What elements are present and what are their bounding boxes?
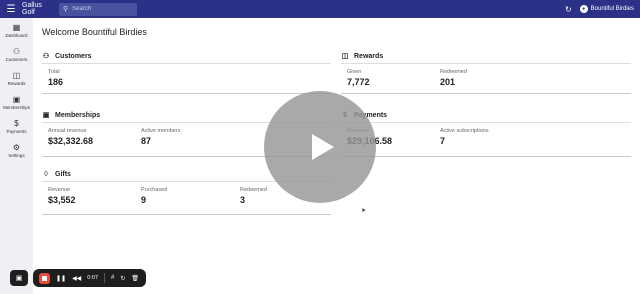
rewards-card: ◫ Rewards Given 7,772 Redeemed 201 bbox=[341, 49, 631, 94]
gift-box-icon: ◫ bbox=[341, 53, 349, 60]
page-title: Welcome Bountiful Birdies bbox=[42, 27, 147, 37]
sidebar-item-label: Customers bbox=[5, 56, 28, 62]
gift-icon: ♢ bbox=[42, 171, 50, 178]
sidebar-item-label: Memberships bbox=[2, 104, 30, 110]
gift-box-icon: ◫ bbox=[12, 70, 21, 80]
top-app-bar: ☰ Gallus Golf ⚲ ↻ ● Bountiful Birdies bbox=[0, 0, 640, 18]
stat-label: Active members bbox=[141, 128, 181, 134]
stat-value: 186 bbox=[48, 77, 64, 87]
account-circle-icon[interactable]: ● bbox=[579, 5, 588, 13]
stat-label: Active subscriptions bbox=[440, 128, 489, 134]
sidebar-item-label: Rewards bbox=[7, 80, 26, 86]
grid-icon[interactable]: # bbox=[111, 275, 114, 281]
stat-value: 7 bbox=[440, 136, 446, 146]
stat-label: Given bbox=[347, 69, 362, 75]
app-title: Gallus Golf bbox=[22, 2, 42, 16]
delete-icon[interactable]: 🗑 bbox=[131, 275, 139, 282]
mouse-cursor-icon: ➤ bbox=[361, 208, 367, 214]
search-icon: ⚲ bbox=[63, 6, 69, 13]
recording-toolbar: ❚❚ ◀◀ 0:07 # ↻ 🗑 bbox=[33, 269, 146, 287]
stat-value: 87 bbox=[141, 136, 152, 146]
stat-value: $32,332.68 bbox=[48, 136, 94, 146]
stat-label: Redeemed bbox=[440, 69, 467, 75]
sidebar-item-dashboard[interactable]: ▦ Dashboard bbox=[0, 18, 33, 42]
grid-icon: ▦ bbox=[12, 22, 21, 32]
play-icon bbox=[312, 134, 334, 160]
sidebar-item-rewards[interactable]: ◫ Rewards bbox=[0, 66, 33, 90]
user-name[interactable]: Bountiful Birdies bbox=[591, 6, 634, 12]
card-title: Customers bbox=[55, 52, 92, 60]
stat-value: 7,772 bbox=[347, 77, 370, 87]
stat-value: 201 bbox=[440, 77, 456, 87]
recording-timer: 0:07 bbox=[87, 275, 99, 281]
people-icon: ⚇ bbox=[42, 53, 50, 60]
gear-icon: ⚙ bbox=[12, 142, 21, 152]
card-title: Memberships bbox=[55, 111, 101, 119]
toolbar-divider bbox=[104, 273, 106, 283]
video-play-button[interactable] bbox=[264, 91, 376, 203]
payments-card: $ Payments Revenue $29,106.58 Active sub… bbox=[341, 108, 631, 157]
customers-card: ⚇ Customers Total 186 bbox=[42, 49, 331, 94]
stop-icon bbox=[42, 275, 47, 281]
search-box[interactable]: ⚲ bbox=[59, 2, 137, 16]
stat-label: Annual revenue bbox=[48, 128, 87, 134]
sidebar-item-memberships[interactable]: ▣ Memberships bbox=[0, 90, 33, 114]
people-icon: ⚇ bbox=[12, 46, 21, 56]
stat-label: Total bbox=[48, 69, 60, 75]
stat-value: 9 bbox=[141, 195, 147, 205]
camera-toggle-button[interactable]: ▣ bbox=[10, 270, 28, 286]
pause-icon[interactable]: ❚❚ bbox=[56, 275, 66, 282]
search-input[interactable] bbox=[72, 6, 133, 12]
stat-value: $3,552 bbox=[48, 195, 76, 205]
refresh-icon[interactable]: ↻ bbox=[565, 5, 572, 14]
rewind-icon[interactable]: ◀◀ bbox=[72, 275, 81, 282]
camera-icon: ▣ bbox=[15, 275, 23, 282]
badge-icon: ▣ bbox=[42, 112, 50, 119]
stat-label: Purchased bbox=[141, 187, 168, 193]
sidebar-item-label: Settings bbox=[8, 152, 25, 158]
card-title: Rewards bbox=[354, 52, 384, 60]
sidebar-item-payments[interactable]: $ Payments bbox=[0, 114, 33, 138]
restart-icon[interactable]: ↻ bbox=[120, 275, 125, 282]
stop-recording-button[interactable] bbox=[39, 272, 50, 284]
stat-label: Revenue bbox=[48, 187, 71, 193]
sidebar-item-customers[interactable]: ⚇ Customers bbox=[0, 42, 33, 66]
dollar-icon: $ bbox=[14, 118, 19, 128]
sidebar-item-settings[interactable]: ⚙ Settings bbox=[0, 138, 33, 162]
badge-icon: ▣ bbox=[12, 94, 21, 104]
sidebar-nav: ▦ Dashboard ⚇ Customers ◫ Rewards ▣ Memb… bbox=[0, 18, 33, 294]
card-title: Gifts bbox=[55, 170, 71, 178]
hamburger-menu-icon[interactable]: ☰ bbox=[2, 0, 20, 18]
sidebar-item-label: Payments bbox=[6, 128, 27, 134]
sidebar-item-label: Dashboard bbox=[5, 32, 28, 38]
